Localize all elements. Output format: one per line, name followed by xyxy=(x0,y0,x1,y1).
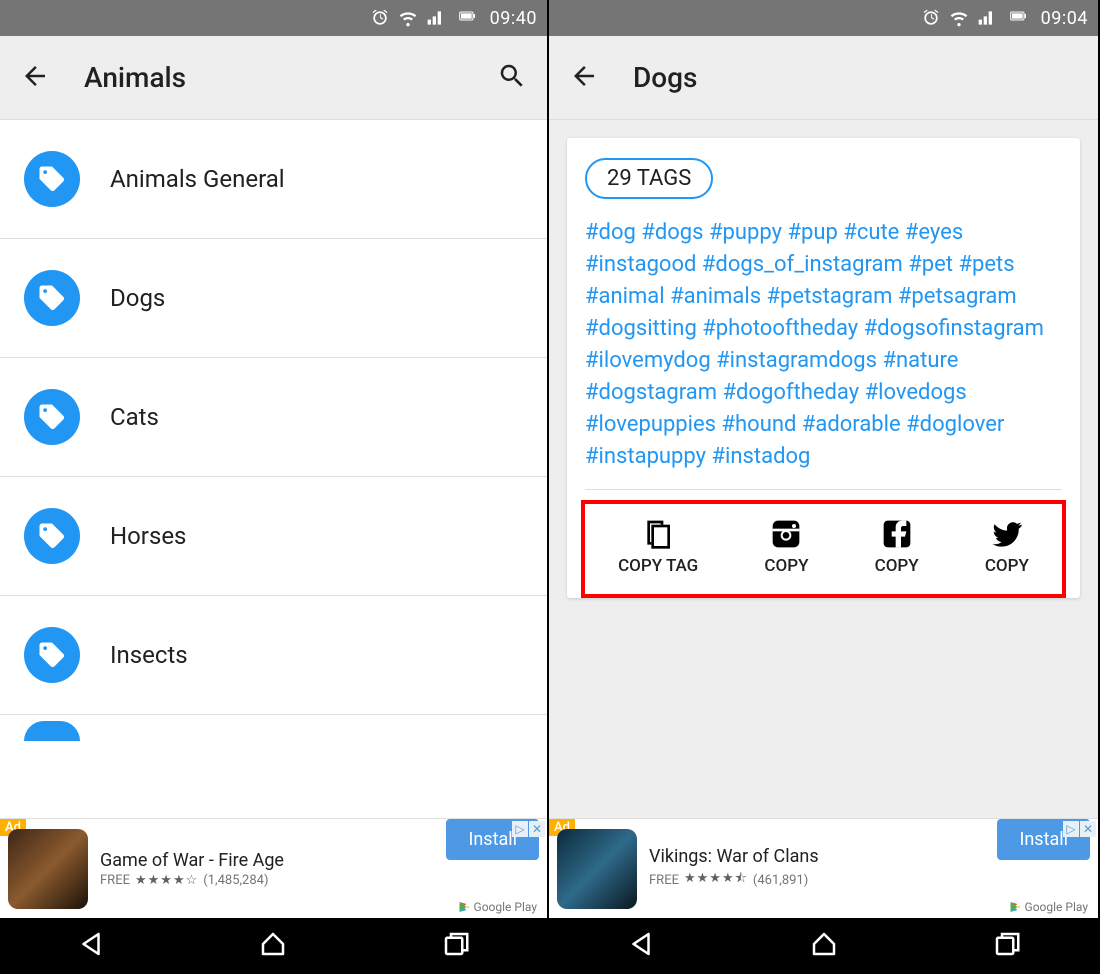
status-icons xyxy=(921,8,1031,28)
ad-thumbnail xyxy=(557,829,637,909)
tag-count-chip: 29 TAGS xyxy=(585,158,713,199)
google-play-icon xyxy=(1009,901,1021,913)
battery-icon xyxy=(454,10,480,26)
tag-icon xyxy=(24,151,80,207)
alarm-icon xyxy=(921,8,941,28)
phone-screen-left: 09:40 Animals Animals General Dogs Cats … xyxy=(0,0,549,974)
ad-banner[interactable]: Ad ▷✕ Game of War - Fire Age FREE ★★★★☆ … xyxy=(0,818,547,918)
back-arrow-icon xyxy=(20,61,50,91)
phone-screen-right: 09:04 Dogs 29 TAGS #dog #dogs #puppy #pu… xyxy=(549,0,1098,974)
ad-banner[interactable]: Ad ▷✕ Vikings: War of Clans FREE ★★★★⯪ (… xyxy=(549,818,1098,918)
tag-icon xyxy=(24,270,80,326)
actions-row-highlight: COPY TAG COPY COPY COPY xyxy=(581,500,1066,598)
ad-choices[interactable]: ▷✕ xyxy=(1063,821,1096,837)
search-button[interactable] xyxy=(497,61,527,95)
list-item-partial xyxy=(0,715,547,741)
list-item-label: Insects xyxy=(110,641,188,669)
back-button[interactable] xyxy=(20,61,50,95)
signal-icon xyxy=(977,8,997,28)
status-icons xyxy=(370,8,480,28)
nav-home-button[interactable] xyxy=(809,929,839,963)
list-item-horses[interactable]: Horses xyxy=(0,477,547,596)
tag-detail: 29 TAGS #dog #dogs #puppy #pup #cute #ey… xyxy=(549,120,1098,818)
tag-icon xyxy=(24,389,80,445)
ad-info: Game of War - Fire Age FREE ★★★★☆ (1,485… xyxy=(100,850,434,888)
copy-tag-button[interactable]: COPY TAG xyxy=(618,518,698,576)
ad-title: Game of War - Fire Age xyxy=(100,850,434,871)
copy-twitter-button[interactable]: COPY xyxy=(985,518,1029,576)
page-title: Animals xyxy=(84,61,463,94)
back-arrow-icon xyxy=(569,61,599,91)
signal-icon xyxy=(426,8,446,28)
status-time: 09:40 xyxy=(490,8,537,29)
twitter-icon xyxy=(991,518,1023,550)
ad-meta: FREE ★★★★⯪ (461,891) xyxy=(649,869,985,891)
tag-icon xyxy=(24,508,80,564)
list-item-insects[interactable]: Insects xyxy=(0,596,547,715)
search-icon xyxy=(497,61,527,91)
star-rating-icon: ★★★★☆ xyxy=(135,873,198,888)
ad-meta: FREE ★★★★☆ (1,485,284) xyxy=(100,873,434,888)
store-label: Google Play xyxy=(1009,900,1088,914)
list-item-cats[interactable]: Cats xyxy=(0,358,547,477)
list-item-label: Cats xyxy=(110,403,159,431)
copy-icon xyxy=(642,518,674,550)
battery-icon xyxy=(1005,10,1031,26)
list-item-animals-general[interactable]: Animals General xyxy=(0,120,547,239)
copy-instagram-button[interactable]: COPY xyxy=(764,518,808,576)
nav-back-button[interactable] xyxy=(76,929,106,963)
instagram-icon xyxy=(770,518,802,550)
category-list[interactable]: Animals General Dogs Cats Horses Insects xyxy=(0,120,547,818)
star-rating-icon: ★★★★⯪ xyxy=(684,869,748,891)
nav-home-button[interactable] xyxy=(258,929,288,963)
hashtags-text[interactable]: #dog #dogs #puppy #pup #cute #eyes #inst… xyxy=(585,217,1062,490)
tag-icon xyxy=(24,627,80,683)
list-item-label: Horses xyxy=(110,522,186,550)
back-button[interactable] xyxy=(569,61,599,95)
wifi-icon xyxy=(949,8,969,28)
list-item-dogs[interactable]: Dogs xyxy=(0,239,547,358)
status-time: 09:04 xyxy=(1041,8,1088,29)
page-title: Dogs xyxy=(633,61,1078,94)
tag-icon xyxy=(24,721,80,741)
nav-recent-button[interactable] xyxy=(441,929,471,963)
app-bar: Dogs xyxy=(549,36,1098,120)
google-play-icon xyxy=(458,901,470,913)
app-bar: Animals xyxy=(0,36,547,120)
ad-thumbnail xyxy=(8,829,88,909)
ad-info: Vikings: War of Clans FREE ★★★★⯪ (461,89… xyxy=(649,846,985,891)
wifi-icon xyxy=(398,8,418,28)
alarm-icon xyxy=(370,8,390,28)
ad-choices[interactable]: ▷✕ xyxy=(512,821,545,837)
list-item-label: Animals General xyxy=(110,165,285,193)
nav-bar xyxy=(0,918,547,974)
status-bar: 09:04 xyxy=(549,0,1098,36)
store-label: Google Play xyxy=(458,900,537,914)
copy-facebook-button[interactable]: COPY xyxy=(875,518,919,576)
nav-bar xyxy=(549,918,1098,974)
ad-title: Vikings: War of Clans xyxy=(649,846,985,867)
facebook-icon xyxy=(881,518,913,550)
nav-recent-button[interactable] xyxy=(992,929,1022,963)
status-bar: 09:40 xyxy=(0,0,547,36)
list-item-label: Dogs xyxy=(110,284,165,312)
nav-back-button[interactable] xyxy=(626,929,656,963)
tags-card: 29 TAGS #dog #dogs #puppy #pup #cute #ey… xyxy=(567,138,1080,598)
